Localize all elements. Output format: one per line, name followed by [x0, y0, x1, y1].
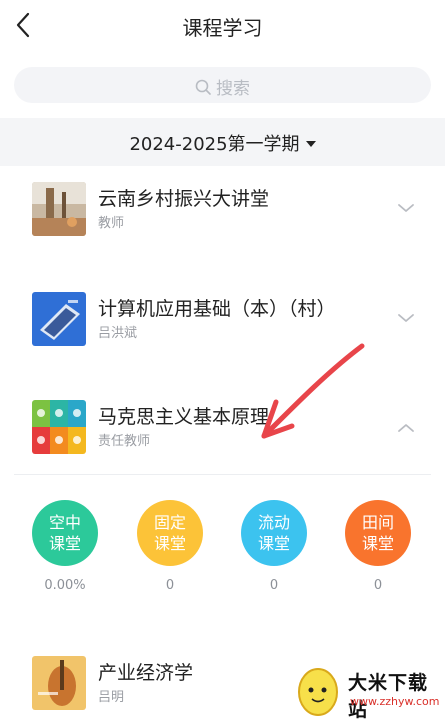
course-teacher: 责任教师 — [98, 434, 151, 449]
classroom-label: 流动 — [257, 513, 290, 532]
course-thumbnail — [32, 400, 86, 454]
course-thumbnail — [32, 182, 86, 236]
classroom-label: 固定 — [153, 513, 186, 532]
classroom-air-button[interactable]: 空中 课堂 — [32, 500, 98, 566]
header-bar: 课程学习 — [0, 0, 445, 52]
classroom-fixed-button[interactable]: 固定 课堂 — [137, 500, 203, 566]
classroom-field-button[interactable]: 田间 课堂 — [345, 500, 411, 566]
course-item[interactable]: 云南乡村振兴大讲堂 教师 — [0, 182, 445, 252]
classroom-label: 课堂 — [48, 534, 81, 553]
divider — [14, 474, 431, 475]
search-input[interactable]: 搜索 — [14, 67, 431, 103]
classroom-value: 0.00% — [44, 578, 86, 593]
term-label: 2024-2025第一学期 — [129, 134, 300, 155]
classroom-label: 课堂 — [361, 534, 394, 553]
chevron-up-icon[interactable] — [396, 420, 416, 434]
term-selector[interactable]: 2024-2025第一学期 — [0, 118, 445, 166]
classroom-label: 课堂 — [257, 534, 290, 553]
course-name: 马克思主义基本原理 — [98, 406, 270, 428]
annotation-arrow — [250, 340, 370, 450]
classroom-label: 田间 — [361, 513, 394, 532]
watermark-text: 大米下载站 — [348, 672, 429, 719]
classroom-value: 0 — [269, 578, 279, 593]
course-name: 计算机应用基础（本）（村） — [98, 298, 336, 320]
classroom-value: 0 — [165, 578, 175, 593]
course-teacher: 教师 — [98, 216, 125, 231]
watermark: 大米下载站 www.zzhyw.com — [290, 662, 445, 719]
search-icon — [195, 79, 212, 101]
classroom-value: 0 — [373, 578, 383, 593]
search-placeholder: 搜索 — [216, 79, 250, 99]
classroom-label: 空中 — [48, 513, 81, 532]
caret-down-icon — [305, 141, 316, 147]
course-thumbnail — [32, 656, 86, 710]
classroom-label: 课堂 — [153, 534, 186, 553]
egg-mascot-icon — [296, 664, 340, 716]
page-title: 课程学习 — [182, 16, 263, 40]
classroom-mobile-button[interactable]: 流动 课堂 — [241, 500, 307, 566]
watermark-url: www.zzhyw.com — [350, 695, 440, 708]
chevron-down-icon[interactable] — [396, 200, 416, 214]
course-teacher: 吕明 — [98, 690, 125, 705]
chevron-down-icon[interactable] — [396, 310, 416, 324]
course-thumbnail — [32, 292, 86, 346]
course-name: 云南乡村振兴大讲堂 — [98, 188, 270, 210]
course-name: 产业经济学 — [98, 662, 194, 684]
course-teacher: 吕洪斌 — [98, 326, 138, 341]
course-item[interactable]: 计算机应用基础（本）（村） 吕洪斌 — [0, 292, 445, 362]
course-item[interactable]: 马克思主义基本原理 责任教师 — [0, 400, 445, 470]
